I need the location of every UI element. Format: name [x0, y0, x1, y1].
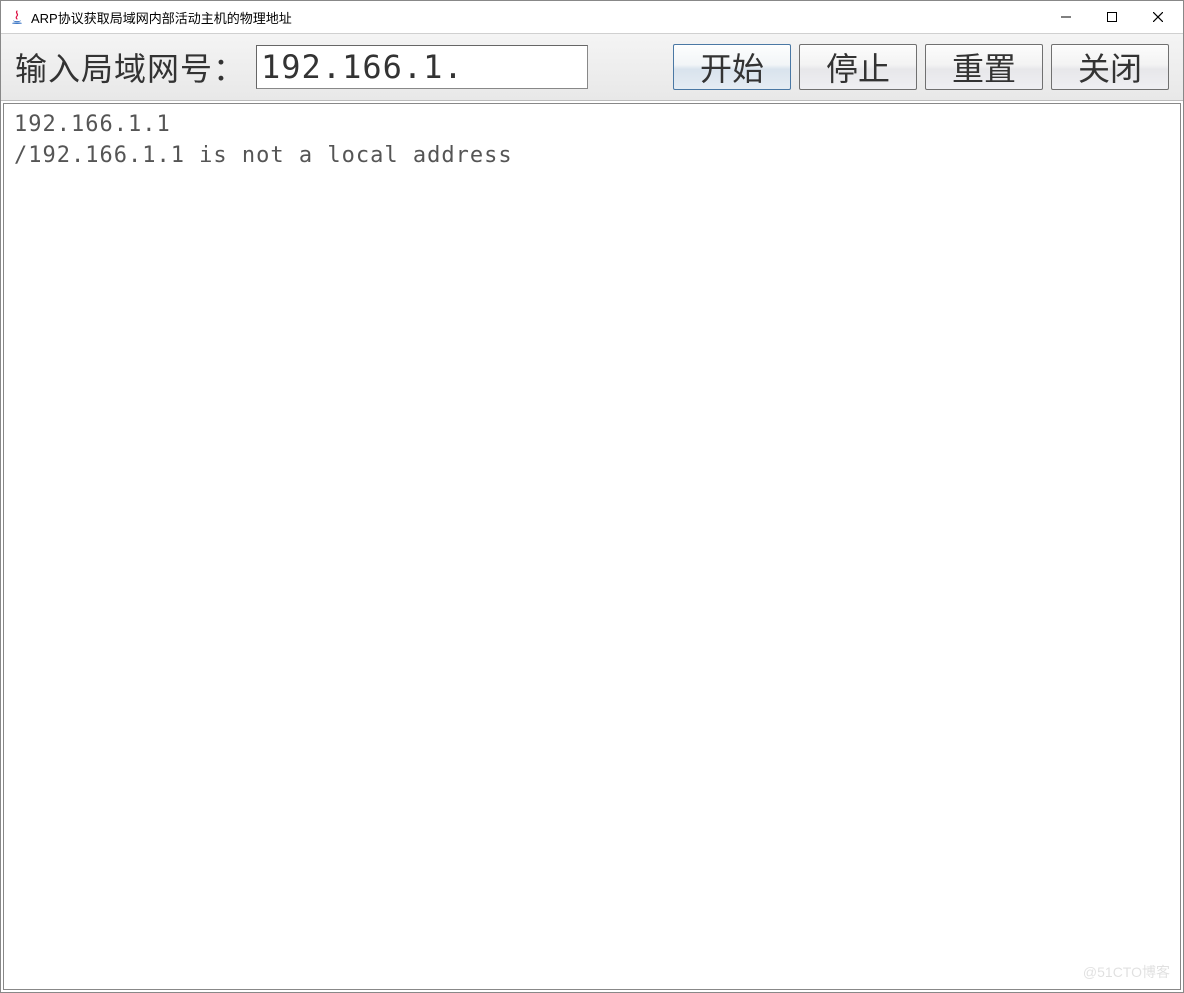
maximize-button[interactable]	[1089, 1, 1135, 33]
network-input[interactable]	[256, 45, 588, 89]
window-title: ARP协议获取局域网内部活动主机的物理地址	[31, 8, 1043, 27]
java-app-icon	[9, 9, 25, 25]
close-app-button[interactable]: 关闭	[1051, 44, 1169, 90]
close-button[interactable]	[1135, 1, 1181, 33]
minimize-button[interactable]	[1043, 1, 1089, 33]
titlebar: ARP协议获取局域网内部活动主机的物理地址	[1, 1, 1183, 34]
output-text: 192.166.1.1 /192.166.1.1 is not a local …	[14, 112, 513, 168]
stop-button[interactable]: 停止	[799, 44, 917, 90]
network-label: 输入局域网号：	[15, 44, 246, 90]
start-button[interactable]: 开始	[673, 44, 791, 90]
toolbar: 输入局域网号： 开始 停止 重置 关闭	[1, 34, 1183, 101]
watermark: @51CTO博客	[1083, 963, 1170, 983]
output-textarea[interactable]: 192.166.1.1 /192.166.1.1 is not a local …	[3, 103, 1181, 990]
reset-button[interactable]: 重置	[925, 44, 1043, 90]
window-controls	[1043, 1, 1181, 33]
app-window: ARP协议获取局域网内部活动主机的物理地址 输入局域网号： 开始 停止 重置 关…	[0, 0, 1184, 993]
